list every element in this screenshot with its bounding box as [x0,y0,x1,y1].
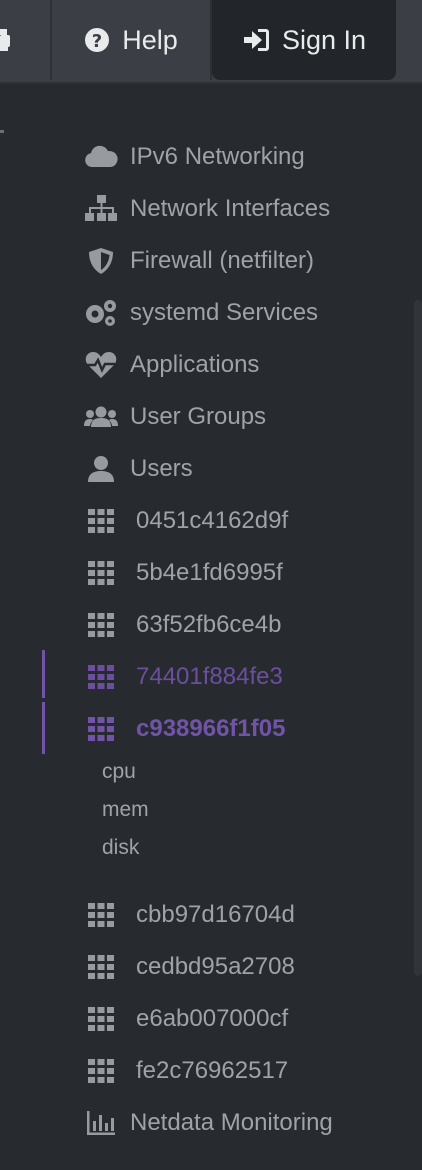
submenu-item-disk[interactable]: disk [102,830,139,866]
scrollbar[interactable] [414,300,422,976]
heartbeat-icon [84,350,118,380]
menu-item-ipv6-networking[interactable]: IPv6 Networking [84,131,404,183]
menu-item-label: Network Interfaces [130,195,331,222]
grid-icon [84,900,118,930]
help-label: Help [122,24,178,55]
top-navbar: ? Help Sign In [0,0,422,84]
question-circle-icon: ? [85,28,110,52]
menu-item-container-c938966f1f05[interactable]: c938966f1f05 [84,703,404,755]
active-indicator [42,650,45,698]
grid-icon [84,506,118,536]
menu-item-label: Netdata Monitoring [130,1109,333,1136]
menu-item-label: 0451c4162d9f [136,507,289,534]
menu-item-label: c938966f1f05 [136,715,286,742]
menu-item-container-cbb97d16704d[interactable]: cbb97d16704d [84,889,404,941]
menu-item-label: e6ab007000cf [136,1005,289,1032]
sign-in-label: Sign In [281,24,367,55]
menu-item-label: systemd Services [130,299,319,326]
submenu-item-cpu[interactable]: cpu [102,754,136,790]
grid-icon [84,714,118,744]
menu-item-label: 74401f884fe3 [136,663,283,690]
grid-icon [84,1004,118,1034]
grid-icon [84,952,118,982]
menu-item-label: Users [130,455,193,482]
divider [0,130,4,133]
help-button[interactable]: ? Help [52,0,212,80]
grid-icon [84,1056,118,1086]
menu-item-label: 63f52fb6ce4b [136,611,282,638]
menu-item-label: cbb97d16704d [136,901,295,928]
menu-item-label: Firewall (netfilter) [130,247,315,274]
print-icon [0,29,10,51]
menu-item-label: IPv6 Networking [130,143,305,170]
menu-item-container-5b4e1fd6995f[interactable]: 5b4e1fd6995f [84,547,404,599]
menu-item-label: Applications [130,351,260,378]
menu-item-container-cedbd95a2708[interactable]: cedbd95a2708 [84,941,404,993]
menu-item-users[interactable]: Users [84,443,404,495]
menu-item-netdata-monitoring[interactable]: Netdata Monitoring [84,1097,404,1149]
submenu-item-mem[interactable]: mem [102,792,149,828]
menu-item-label: User Groups [130,403,267,430]
menu-item-container-63f52fb6ce4b[interactable]: 63f52fb6ce4b [84,599,404,651]
active-indicator [42,702,45,754]
sign-in-button[interactable]: Sign In [212,0,396,80]
menu-item-label: fe2c76962517 [136,1057,289,1084]
menu-item-applications[interactable]: Applications [84,339,404,391]
sitemap-icon [84,194,118,224]
grid-icon [84,558,118,588]
menu-item-container-fe2c76962517[interactable]: fe2c76962517 [84,1045,404,1097]
user-icon [84,454,118,484]
menu-item-network-interfaces[interactable]: Network Interfaces [84,183,404,235]
print-button[interactable] [0,0,52,80]
shield-icon [84,246,118,276]
menu-item-firewall[interactable]: Firewall (netfilter) [84,235,404,287]
gears-icon [84,298,118,328]
grid-icon [84,610,118,640]
menu-item-container-74401f884fe3[interactable]: 74401f884fe3 [84,651,404,703]
svg-text:?: ? [92,31,102,52]
sign-in-icon [243,29,269,51]
menu-item-container-e6ab007000cf[interactable]: e6ab007000cf [84,993,404,1045]
cloud-icon [84,142,118,172]
grid-icon [84,662,118,692]
menu-item-container-0451c4162d9f[interactable]: 0451c4162d9f [84,495,404,547]
bar-chart-icon [84,1108,118,1138]
users-icon [84,402,118,432]
menu-item-systemd-services[interactable]: systemd Services [84,287,404,339]
menu-item-label: 5b4e1fd6995f [136,559,283,586]
menu-item-label: cedbd95a2708 [136,953,295,980]
menu-item-user-groups[interactable]: User Groups [84,391,404,443]
